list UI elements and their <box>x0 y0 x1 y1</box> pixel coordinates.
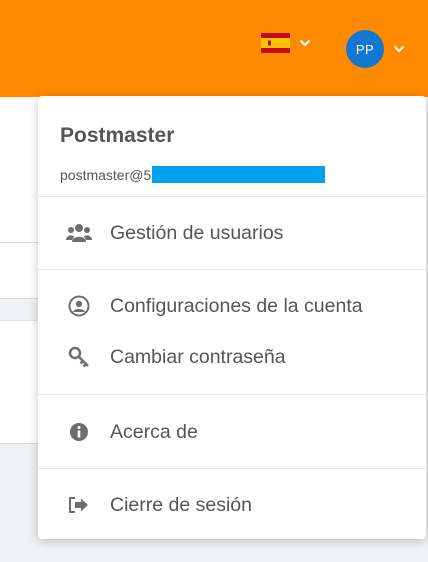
chevron-down-icon <box>299 39 311 47</box>
divider <box>38 468 426 469</box>
menu-item-account-settings[interactable]: Configuraciones de la cuenta <box>66 293 363 319</box>
user-menu-toggle[interactable]: PP <box>346 30 405 68</box>
user-dropdown-menu: Postmaster postmaster@5 Gestión de usuar… <box>38 96 426 539</box>
top-bar: PP <box>0 0 428 97</box>
key-icon <box>66 344 92 370</box>
logout-icon <box>66 492 92 518</box>
menu-item-label: Cierre de sesión <box>110 493 252 516</box>
info-icon <box>66 419 92 445</box>
chevron-down-icon <box>393 45 405 53</box>
users-icon <box>66 220 92 246</box>
menu-item-label: Gestión de usuarios <box>110 221 284 244</box>
menu-item-user-management[interactable]: Gestión de usuarios <box>66 220 283 246</box>
divider <box>38 196 426 197</box>
menu-item-label: Acerca de <box>110 420 198 443</box>
menu-item-logout[interactable]: Cierre de sesión <box>66 492 252 518</box>
avatar[interactable]: PP <box>346 30 384 68</box>
menu-item-change-password[interactable]: Cambiar contraseña <box>66 344 286 370</box>
redaction-bar <box>152 166 326 183</box>
background-panel <box>0 243 40 299</box>
divider <box>38 394 426 395</box>
user-email: postmaster@5 <box>60 166 326 183</box>
spain-flag-icon <box>261 33 290 53</box>
menu-header: Postmaster postmaster@5 <box>60 124 326 183</box>
account-icon <box>66 293 92 319</box>
divider <box>38 269 426 270</box>
user-email-text: postmaster@5 <box>60 166 152 183</box>
user-name: Postmaster <box>60 124 175 147</box>
menu-item-label: Cambiar contraseña <box>110 345 286 368</box>
background-panel <box>0 97 40 243</box>
language-selector[interactable] <box>261 33 311 53</box>
background-panel <box>0 320 40 444</box>
menu-item-about[interactable]: Acerca de <box>66 419 198 445</box>
menu-item-label: Configuraciones de la cuenta <box>110 294 363 317</box>
